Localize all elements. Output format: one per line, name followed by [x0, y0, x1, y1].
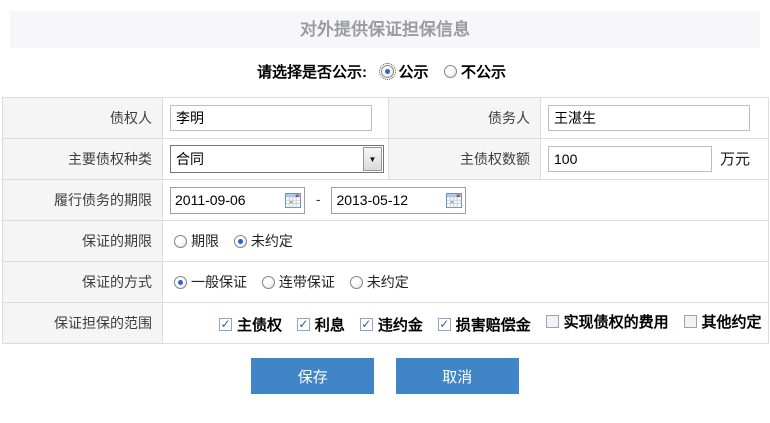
checkbox-penalty[interactable]: ✓ 违约金	[360, 314, 423, 335]
debt-type-label: 主要债权种类	[3, 139, 163, 180]
checkbox-icon: ✓	[297, 318, 310, 331]
radio-option-not-public-label: 不公示	[461, 61, 506, 82]
table-row: 保证担保的范围 ✓ 主债权 ✓ 利息 ✓ 违约金 ✓ 损害赔偿金 实现债权的费用	[3, 303, 769, 344]
radio-option-fixed-term-label: 期限	[191, 231, 219, 251]
creditor-input[interactable]	[170, 105, 372, 131]
radio-option-not-public[interactable]: 不公示	[444, 61, 506, 82]
radio-option-public[interactable]: 公示	[381, 61, 428, 82]
checkbox-icon: ✓	[438, 318, 451, 331]
radio-option-general-guarantee[interactable]: 一般保证	[174, 272, 247, 292]
checkbox-icon: ✓	[360, 318, 373, 331]
table-row: 保证的期限 期限 未约定	[3, 221, 769, 262]
guarantee-form-table: 债权人 债务人 主要债权种类 合同 ▼ 主债权数额 万元 履行债务的期限 -	[2, 97, 769, 344]
checkbox-realization-costs-label: 实现债权的费用	[564, 311, 669, 332]
calendar-icon[interactable]	[285, 193, 301, 208]
radio-dot	[385, 69, 390, 74]
check-icon: ✓	[298, 319, 308, 329]
debt-type-select[interactable]: 合同 ▼	[170, 145, 384, 173]
checkbox-principal-claim[interactable]: ✓ 主债权	[219, 314, 282, 335]
checkbox-realization-costs[interactable]: 实现债权的费用	[546, 311, 669, 332]
debt-amount-unit: 万元	[720, 151, 750, 168]
debtor-input[interactable]	[548, 105, 750, 131]
start-date-field[interactable]	[170, 187, 305, 214]
calendar-icon[interactable]	[446, 193, 462, 208]
radio-option-fixed-term[interactable]: 期限	[174, 231, 219, 251]
table-row: 保证的方式 一般保证 连带保证 未约定	[3, 262, 769, 303]
radio-option-joint-guarantee-label: 连带保证	[279, 272, 335, 292]
checkbox-icon: ✓	[219, 318, 232, 331]
cancel-button[interactable]: 取消	[396, 358, 519, 394]
checkbox-damages[interactable]: ✓ 损害赔偿金	[438, 314, 531, 335]
radio-icon	[174, 235, 187, 248]
debt-amount-label: 主债权数额	[389, 139, 541, 180]
radio-icon	[444, 65, 457, 78]
checkbox-interest-label: 利息	[315, 314, 345, 335]
publicity-label: 请选择是否公示:	[257, 64, 367, 81]
check-icon: ✓	[220, 319, 230, 329]
checkbox-principal-claim-label: 主债权	[237, 314, 282, 335]
checkbox-other-agreed-label: 其他约定	[702, 311, 762, 332]
radio-option-unagreed-term-label: 未约定	[251, 231, 293, 251]
radio-icon	[234, 235, 247, 248]
radio-icon	[174, 276, 187, 289]
checkbox-icon	[684, 315, 697, 328]
date-range-separator: -	[316, 191, 321, 207]
radio-icon	[262, 276, 275, 289]
debtor-label: 债务人	[389, 98, 541, 139]
radio-dot	[178, 280, 183, 285]
check-icon: ✓	[439, 319, 449, 329]
chevron-down-icon[interactable]: ▼	[363, 147, 382, 171]
checkbox-interest[interactable]: ✓ 利息	[297, 314, 345, 335]
radio-dot	[238, 239, 243, 244]
radio-option-general-guarantee-label: 一般保证	[191, 272, 247, 292]
check-icon: ✓	[361, 319, 371, 329]
start-date-input[interactable]	[171, 189, 285, 212]
guarantee-method-label: 保证的方式	[3, 262, 163, 303]
table-row: 债权人 债务人	[3, 98, 769, 139]
guarantee-period-label: 保证的期限	[3, 221, 163, 262]
debt-amount-input[interactable]	[548, 146, 712, 172]
radio-option-unagreed-method[interactable]: 未约定	[350, 272, 409, 292]
checkbox-icon	[546, 315, 559, 328]
radio-option-public-label: 公示	[398, 61, 428, 82]
radio-option-unagreed-method-label: 未约定	[367, 272, 409, 292]
table-row: 履行债务的期限 -	[3, 180, 769, 221]
guarantee-scope-label: 保证担保的范围	[3, 303, 163, 344]
creditor-label: 债权人	[3, 98, 163, 139]
page-title: 对外提供保证担保信息	[10, 11, 760, 48]
save-button[interactable]: 保存	[251, 358, 374, 394]
radio-option-joint-guarantee[interactable]: 连带保证	[262, 272, 335, 292]
table-row: 主要债权种类 合同 ▼ 主债权数额 万元	[3, 139, 769, 180]
debt-type-selected-value: 合同	[171, 146, 362, 172]
radio-option-unagreed-term[interactable]: 未约定	[234, 231, 293, 251]
publicity-choice-row: 请选择是否公示: 公示 不公示	[0, 61, 770, 85]
form-actions: 保存 取消	[0, 358, 770, 394]
end-date-input[interactable]	[332, 189, 446, 212]
checkbox-damages-label: 损害赔偿金	[456, 314, 531, 335]
radio-icon	[350, 276, 363, 289]
checkbox-penalty-label: 违约金	[378, 314, 423, 335]
radio-icon	[381, 65, 394, 78]
end-date-field[interactable]	[331, 187, 466, 214]
checkbox-other-agreed[interactable]: 其他约定	[684, 311, 762, 332]
performance-period-label: 履行债务的期限	[3, 180, 163, 221]
